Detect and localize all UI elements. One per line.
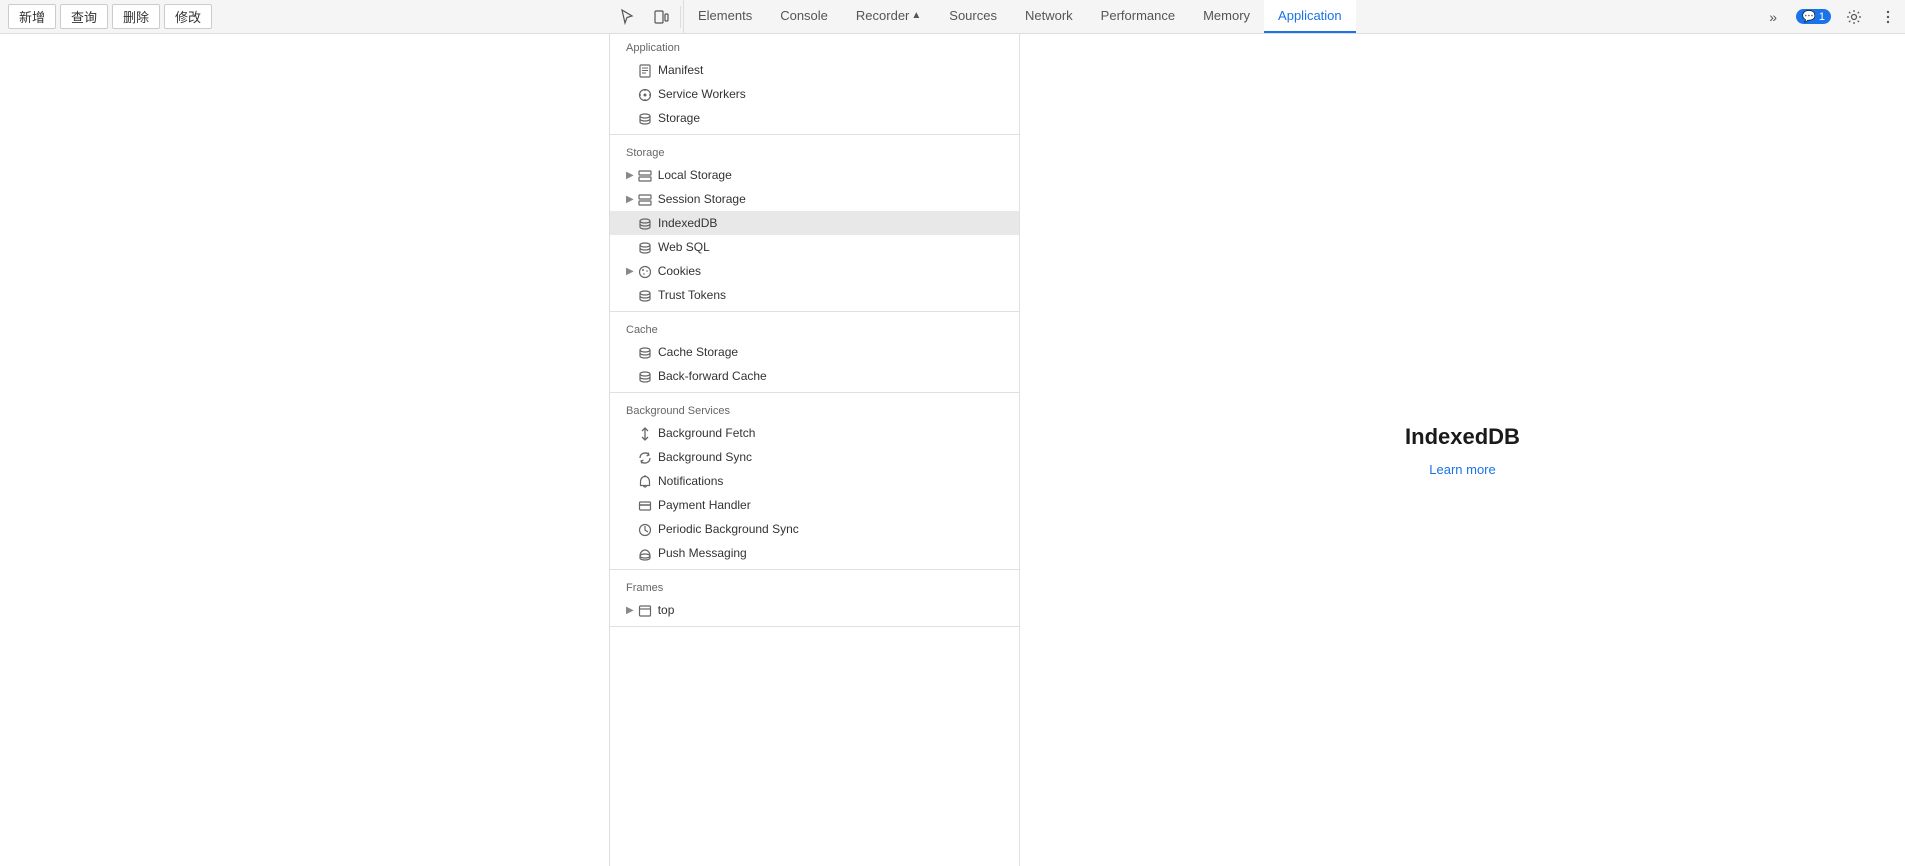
app-area (0, 34, 610, 866)
section-label-frames: Frames (610, 574, 1019, 598)
app-btn-删除[interactable]: 删除 (112, 4, 160, 29)
main-content: Application Manifest Service Workers Storag… (0, 34, 1905, 866)
learn-more-link[interactable]: Learn more (1429, 462, 1495, 477)
sidebar-item-label: top (658, 603, 675, 617)
devtools-tabs-end: » 💬 1 (1756, 0, 1905, 33)
sidebar-item-label: Background Fetch (658, 426, 755, 440)
sidebar-item-label: Trust Tokens (658, 288, 726, 302)
sidebar-item-label: Local Storage (658, 168, 732, 182)
sidebar-item-session-storage[interactable]: ▶ Session Storage (610, 187, 1019, 211)
sidebar-item-push-messaging[interactable]: Push Messaging (610, 541, 1019, 565)
sidebar-item-label: Service Workers (658, 87, 746, 101)
sidebar-item-cookies[interactable]: ▶ Cookies (610, 259, 1019, 283)
payment-handler-icon (638, 497, 652, 513)
arrow-icon: ▶ (626, 170, 634, 181)
more-tabs-button[interactable]: » (1756, 0, 1790, 34)
devtools-panel: Application Manifest Service Workers Storag… (610, 34, 1905, 866)
tab-console[interactable]: Console (766, 0, 842, 33)
cookies-icon (638, 263, 652, 279)
sidebar-item-indexeddb[interactable]: IndexedDB (610, 211, 1019, 235)
session-storage-icon (638, 191, 652, 207)
trust-tokens-icon (638, 287, 652, 303)
arrow-icon: ▶ (626, 194, 634, 205)
sidebar-item-service-workers[interactable]: Service Workers (610, 82, 1019, 106)
web-sql-icon (638, 239, 652, 255)
sidebar-item-label: Web SQL (658, 240, 710, 254)
section-divider-cache (610, 392, 1019, 393)
push-messaging-icon (638, 545, 652, 561)
sidebar-item-label: Manifest (658, 63, 703, 77)
main-panel: IndexedDB Learn more (1020, 34, 1905, 866)
section-divider-background-services (610, 569, 1019, 570)
badge: 💬 1 (1796, 9, 1831, 24)
arrow-icon: ▶ (626, 605, 634, 616)
sidebar-item-label: Payment Handler (658, 498, 751, 512)
sidebar-item-notifications[interactable]: Notifications (610, 469, 1019, 493)
notifications-icon (638, 473, 652, 489)
sidebar-item-periodic-background-sync[interactable]: Periodic Background Sync (610, 517, 1019, 541)
tab-application[interactable]: Application (1264, 0, 1356, 33)
tab-memory[interactable]: Memory (1189, 0, 1264, 33)
tab-performance[interactable]: Performance (1087, 0, 1189, 33)
background-fetch-icon (638, 425, 652, 441)
app-btn-新增[interactable]: 新增 (8, 4, 56, 29)
app-btn-修改[interactable]: 修改 (164, 4, 212, 29)
sidebar: Application Manifest Service Workers Storag… (610, 34, 1020, 866)
sidebar-item-label: Cookies (658, 264, 701, 278)
tab-network[interactable]: Network (1011, 0, 1087, 33)
section-label-storage: Storage (610, 139, 1019, 163)
device-icon[interactable] (644, 0, 678, 34)
tab-recorder[interactable]: Recorder ▲ (842, 0, 935, 33)
sidebar-item-cache-storage[interactable]: Cache Storage (610, 340, 1019, 364)
back-forward-cache-icon (638, 368, 652, 384)
sidebar-item-label: Notifications (658, 474, 723, 488)
sidebar-item-label: Periodic Background Sync (658, 522, 799, 536)
section-divider-frames (610, 626, 1019, 627)
sidebar-item-storage[interactable]: Storage (610, 106, 1019, 130)
devtools-tabs-bar: ElementsConsoleRecorder ▲SourcesNetworkP… (610, 0, 1905, 34)
devtools-tab-list: ElementsConsoleRecorder ▲SourcesNetworkP… (684, 0, 1756, 33)
sidebar-item-background-sync[interactable]: Background Sync (610, 445, 1019, 469)
section-label-application: Application (610, 34, 1019, 58)
service-workers-icon (638, 86, 652, 102)
tab-elements[interactable]: Elements (684, 0, 766, 33)
console-badge[interactable]: 💬 1 (1790, 9, 1837, 24)
sidebar-item-web-sql[interactable]: Web SQL (610, 235, 1019, 259)
manifest-icon (638, 62, 652, 78)
periodic-background-sync-icon (638, 521, 652, 537)
local-storage-icon (638, 167, 652, 183)
panel-title: IndexedDB (1405, 424, 1520, 450)
sidebar-item-trust-tokens[interactable]: Trust Tokens (610, 283, 1019, 307)
sidebar-item-local-storage[interactable]: ▶ Local Storage (610, 163, 1019, 187)
sidebar-item-label: Back-forward Cache (658, 369, 767, 383)
more-options-icon[interactable] (1871, 0, 1905, 34)
app-btn-查询[interactable]: 查询 (60, 4, 108, 29)
storage-icon (638, 110, 652, 126)
sidebar-item-manifest[interactable]: Manifest (610, 58, 1019, 82)
devtools-icon-buttons (610, 0, 684, 33)
sidebar-item-top-frame[interactable]: ▶ top (610, 598, 1019, 622)
sidebar-item-label: Session Storage (658, 192, 746, 206)
top-frame-icon (638, 602, 652, 618)
sidebar-item-payment-handler[interactable]: Payment Handler (610, 493, 1019, 517)
app-toolbar: 新增查询删除修改 (0, 0, 610, 34)
background-sync-icon (638, 449, 652, 465)
settings-icon[interactable] (1837, 0, 1871, 34)
sidebar-item-label: Push Messaging (658, 546, 747, 560)
section-divider-storage (610, 311, 1019, 312)
cache-storage-icon (638, 344, 652, 360)
section-label-background-services: Background Services (610, 397, 1019, 421)
indexeddb-icon (638, 215, 652, 231)
section-divider-application (610, 134, 1019, 135)
sidebar-item-back-forward-cache[interactable]: Back-forward Cache (610, 364, 1019, 388)
section-label-cache: Cache (610, 316, 1019, 340)
sidebar-item-label: Storage (658, 111, 700, 125)
arrow-icon: ▶ (626, 266, 634, 277)
tab-sources[interactable]: Sources (935, 0, 1011, 33)
sidebar-item-background-fetch[interactable]: Background Fetch (610, 421, 1019, 445)
sidebar-item-label: Cache Storage (658, 345, 738, 359)
sidebar-item-label: IndexedDB (658, 216, 717, 230)
sidebar-item-label: Background Sync (658, 450, 752, 464)
cursor-icon[interactable] (610, 0, 644, 34)
